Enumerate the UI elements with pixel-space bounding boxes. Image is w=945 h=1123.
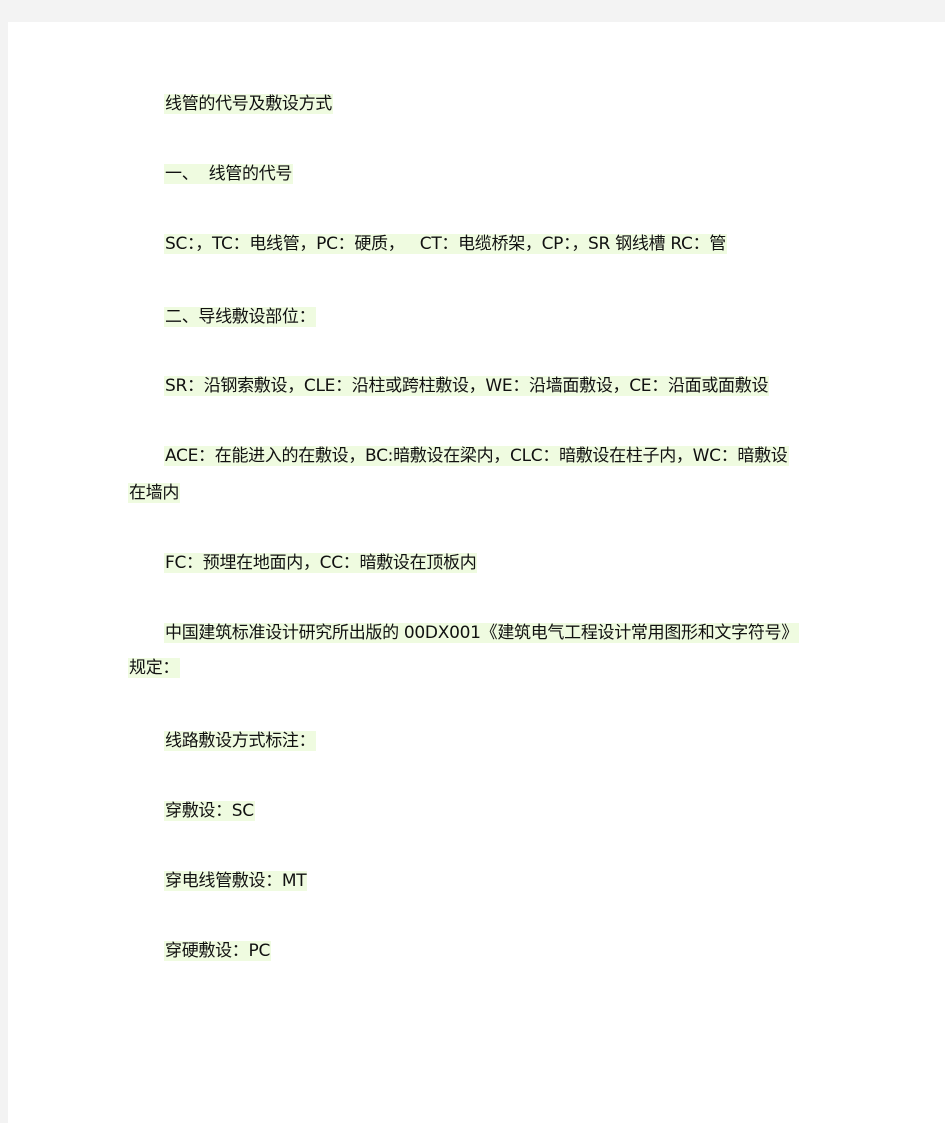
section2-line2-text-part2: 在墙内 xyxy=(128,483,181,503)
section1-codes-text: SC：，TC：电线管，PC：硬质， CT：电缆桥架，CP：，SR 钢线槽 RC：… xyxy=(164,234,727,254)
document-title-text: 线管的代号及敷设方式 xyxy=(164,94,333,114)
marking-heading: 线路敷设方式标注： xyxy=(164,726,317,757)
section2-line1: SR：沿钢索敷设，CLE：沿柱或跨柱敷设，WE：沿墙面敷设，CE：沿面或面敷设 xyxy=(164,371,770,402)
section2-heading-text: 二、导线敷设部位： xyxy=(164,307,317,327)
document-title: 线管的代号及敷设方式 xyxy=(164,89,333,120)
section2-line3-text: FC：预埋在地面内，CC：暗敷设在顶板内 xyxy=(164,553,478,573)
section2-line1-text: SR：沿钢索敷设，CLE：沿柱或跨柱敷设，WE：沿墙面敷设，CE：沿面或面敷设 xyxy=(164,376,770,396)
standard-text-part1: 中国建筑标准设计研究所出版的 00DX001《建筑电气工程设计常用图形和文字符号… xyxy=(164,623,799,643)
marking-item: 穿硬敷设：PC xyxy=(164,936,272,967)
section1-heading: 一、 线管的代号 xyxy=(164,159,294,190)
standard-text-part2: 规定： xyxy=(128,658,181,678)
section2-line2: ACE：在能进入的在敷设，BC:暗敷设在梁内，CLC：暗敷设在柱子内，WC：暗敷… xyxy=(128,441,840,509)
section1-codes: SC：，TC：电线管，PC：硬质， CT：电缆桥架，CP：，SR 钢线槽 RC：… xyxy=(164,229,727,260)
marking-item: 穿电线管敷设：MT xyxy=(164,866,308,897)
marking-item-text: 穿敷设：SC xyxy=(164,801,255,821)
marking-item-text: 穿硬敷设：PC xyxy=(164,941,272,961)
section1-heading-text: 一、 线管的代号 xyxy=(164,164,294,184)
marking-item-text: 穿电线管敷设：MT xyxy=(164,871,308,891)
marking-item: 穿敷设：SC xyxy=(164,796,255,827)
document-page: 线管的代号及敷设方式 一、 线管的代号 SC：，TC：电线管，PC：硬质， CT… xyxy=(8,22,945,1123)
section2-heading: 二、导线敷设部位： xyxy=(164,302,317,333)
standard-paragraph: 中国建筑标准设计研究所出版的 00DX001《建筑电气工程设计常用图形和文字符号… xyxy=(128,618,840,684)
section2-line3: FC：预埋在地面内，CC：暗敷设在顶板内 xyxy=(164,548,478,579)
marking-heading-text: 线路敷设方式标注： xyxy=(164,731,317,751)
section2-line2-text-part1: ACE：在能进入的在敷设，BC:暗敷设在梁内，CLC：暗敷设在柱子内，WC：暗敷… xyxy=(164,446,789,466)
